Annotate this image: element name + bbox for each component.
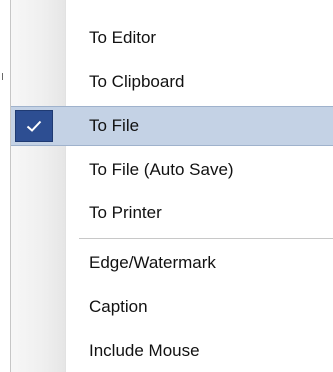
- menu-item-to-file[interactable]: To File: [11, 106, 333, 146]
- menu-item-edge-watermark[interactable]: Edge/Watermark: [11, 243, 333, 283]
- menu-item-label: To Editor: [89, 28, 157, 47]
- menu-item-include-mouse[interactable]: Include Mouse: [11, 331, 333, 371]
- menu-item-label: To Printer: [89, 203, 162, 222]
- menu-item-label: To Clipboard: [89, 72, 185, 91]
- menu-item-label: Caption: [89, 297, 148, 316]
- menu-item-label: To File (Auto Save): [89, 160, 234, 179]
- window-edge-mark: [2, 73, 3, 80]
- menu-item-to-file-auto-save[interactable]: To File (Auto Save): [11, 150, 333, 190]
- menu-item-caption[interactable]: Caption: [11, 287, 333, 327]
- menu-item-label: To File: [89, 116, 140, 135]
- menu-separator: [79, 238, 333, 239]
- checkmark-icon: [15, 110, 53, 142]
- menu-item-label: Edge/Watermark: [89, 253, 216, 272]
- menu-item-to-editor[interactable]: To Editor: [11, 18, 333, 58]
- context-menu: To Editor To Clipboard To File To File (…: [10, 0, 333, 372]
- menu-item-to-clipboard[interactable]: To Clipboard: [11, 62, 333, 102]
- menu-item-to-printer[interactable]: To Printer: [11, 193, 333, 233]
- menu-item-label: Include Mouse: [89, 341, 200, 360]
